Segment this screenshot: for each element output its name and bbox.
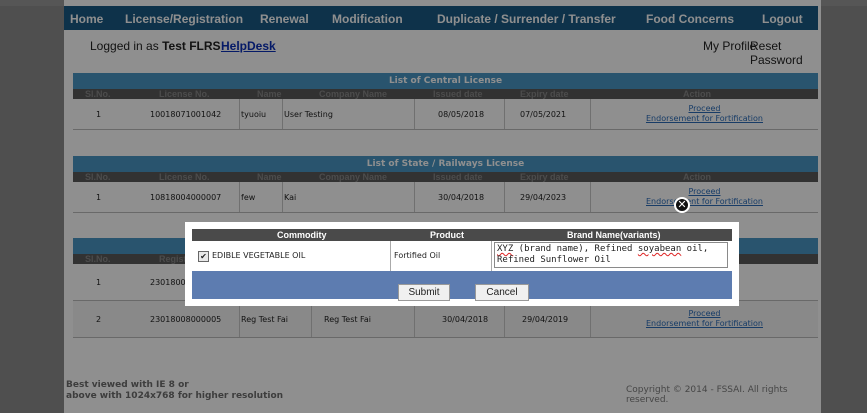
col-product: Product [430,230,465,240]
commodity-cell: ✔ EDIBLE VEGETABLE OIL [192,241,391,271]
brand-name-textarea[interactable]: XYZ (brand name), Refined soyabean oil, R… [494,242,728,268]
brand-text-3: Refined Sunflower Oil [497,255,611,265]
dialog-buttons: Submit Cancel [192,284,732,302]
dialog-body: Commodity Product Brand Name(variants) ✔… [192,229,732,302]
brand-word-xyz: XYZ [497,244,514,254]
brand-name-dialog: Commodity Product Brand Name(variants) ✔… [185,222,739,306]
brand-text-1: (brand name), Refined [513,244,638,254]
modal-backdrop[interactable] [0,0,867,413]
cancel-button[interactable]: Cancel [475,284,529,301]
close-icon[interactable]: ✕ [674,197,690,213]
commodity-checkbox[interactable]: ✔ [198,251,209,262]
brand-text-2: oil, [681,244,709,254]
dialog-table-row: ✔ EDIBLE VEGETABLE OIL Fortified Oil XYZ… [192,241,732,271]
col-commodity: Commodity [277,230,327,240]
dialog-table-header: Commodity Product Brand Name(variants) [192,229,732,241]
submit-button[interactable]: Submit [398,284,450,301]
col-brand-name: Brand Name(variants) [567,230,661,240]
commodity-label: EDIBLE VEGETABLE OIL [212,251,306,260]
brand-word-soyabean: soyabean [637,244,682,254]
product-cell: Fortified Oil [391,241,492,271]
product-label: Fortified Oil [394,251,441,260]
